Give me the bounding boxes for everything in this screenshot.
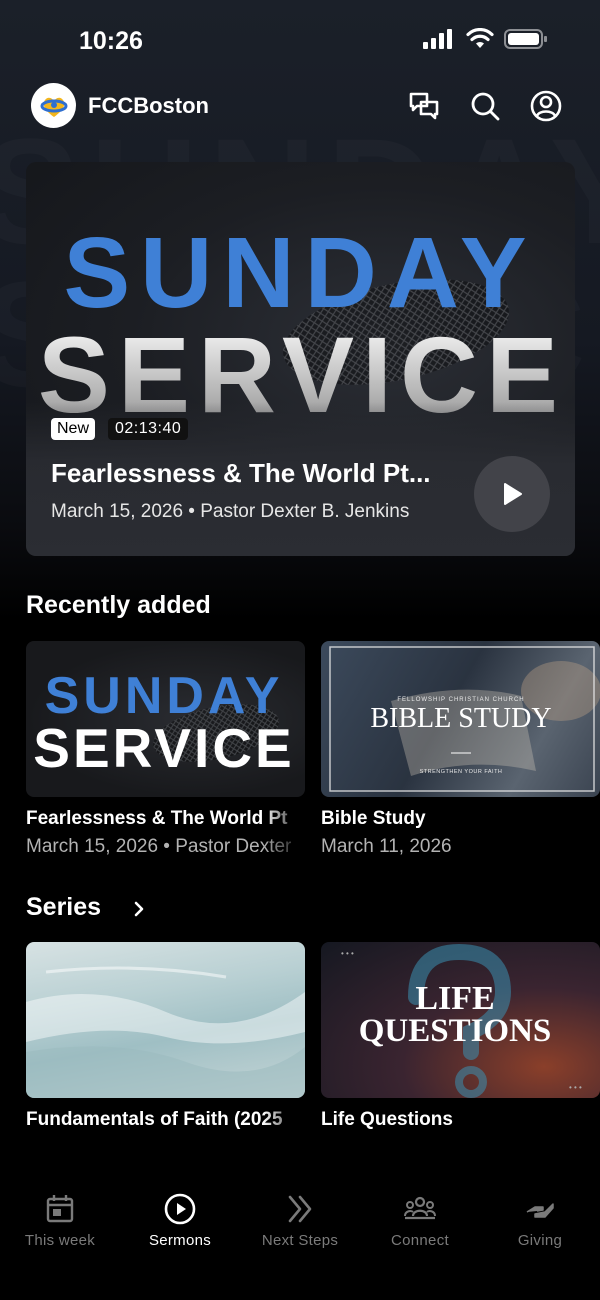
recent-card-bible-study[interactable]: FELLOWSHIP CHRISTIAN CHURCH BIBLE STUDY … <box>321 641 600 797</box>
recent-card-title: Fearlessness & The World Pt <box>26 808 288 829</box>
profile-icon[interactable] <box>529 89 563 123</box>
app-header: FCCBoston <box>0 82 600 130</box>
hero-title: Fearlessness & The World Pt... <box>51 458 431 488</box>
hero-art-line1: SUNDAY <box>63 217 536 329</box>
life-questions-thumbnail: • • • • • • LIFE QUESTIONS <box>341 943 582 1098</box>
tab-label: This week <box>24 1232 96 1249</box>
church-logo-icon <box>40 97 67 117</box>
bible-study-art-title: BIBLE STUDY <box>370 703 551 734</box>
tab-label: Sermons <box>148 1232 212 1249</box>
sunday-service-artwork: SUNDAY SERVICE <box>38 217 558 435</box>
svg-text:• • •: • • • <box>569 1083 582 1092</box>
wifi-icon <box>466 28 494 48</box>
life-questions-art-line2: QUESTIONS <box>359 1013 552 1049</box>
app-name: FCCBoston <box>88 93 209 118</box>
featured-sermon-card[interactable]: SUNDAY SERVICE New 02:13:40 Fearlessness… <box>26 162 575 556</box>
tab-next-steps[interactable]: Next Steps <box>240 1192 360 1262</box>
church-logo[interactable] <box>31 83 76 128</box>
status-time: 10:26 <box>79 27 143 55</box>
life-questions-art-line1: LIFE <box>415 980 494 1017</box>
ocean-wave-thumbnail <box>26 966 305 1098</box>
tab-label: Next Steps <box>261 1232 339 1249</box>
recent-card-meta: March 11, 2026 <box>321 836 452 857</box>
duration-badge: 02:13:40 <box>108 418 189 440</box>
hero-meta: March 15, 2026 • Pastor Dexter B. Jenkin… <box>51 501 410 522</box>
chevron-right-icon[interactable] <box>129 899 149 919</box>
new-badge: New <box>51 418 96 440</box>
recent-card-title: Bible Study <box>321 808 426 829</box>
status-bar: 10:26 <box>0 0 600 82</box>
series-heading[interactable]: Series <box>26 893 101 922</box>
series-card-fundamentals[interactable] <box>26 942 305 1098</box>
recent-card-sunday-service[interactable]: SUNDAY SERVICE <box>26 641 305 797</box>
tab-label: Giving <box>517 1232 563 1249</box>
play-button[interactable] <box>474 456 550 532</box>
signal-icon <box>423 29 452 49</box>
recently-added-heading: Recently added <box>26 591 211 619</box>
bible-study-thumbnail: FELLOWSHIP CHRISTIAN CHURCH BIBLE STUDY … <box>329 646 600 792</box>
svg-text:• • •: • • • <box>341 949 354 958</box>
play-icon <box>504 483 522 505</box>
people-icon <box>404 1196 436 1220</box>
tab-giving[interactable]: Giving <box>480 1192 600 1262</box>
tab-connect[interactable]: Connect <box>360 1192 480 1262</box>
tab-label: Connect <box>391 1232 449 1249</box>
series-card-title: Life Questions <box>321 1109 453 1130</box>
chat-icon[interactable] <box>407 89 441 123</box>
series-card-life-questions[interactable]: • • • • • • LIFE QUESTIONS <box>321 942 600 1098</box>
bottom-tab-bar: This week Sermons Next Steps Connect Giv… <box>0 1180 600 1300</box>
battery-icon <box>504 29 547 49</box>
hand-icon <box>526 1203 554 1218</box>
tab-sermons[interactable]: Sermons <box>120 1192 240 1262</box>
bible-study-art-sub: STRENGTHEN YOUR FAITH <box>420 769 503 775</box>
recent-art-line2: SERVICE <box>33 717 294 779</box>
play-circle-icon <box>164 1193 196 1225</box>
sunday-service-thumbnail: SUNDAY SERVICE <box>33 667 294 779</box>
series-card-title: Fundamentals of Faith (2025 <box>26 1109 283 1130</box>
double-chevron-icon <box>288 1195 312 1223</box>
search-icon[interactable] <box>468 89 502 123</box>
recent-card-meta: March 15, 2026 • Pastor Dexter <box>26 836 292 857</box>
tab-this-week[interactable]: This week <box>0 1192 120 1262</box>
calendar-icon <box>46 1195 74 1223</box>
